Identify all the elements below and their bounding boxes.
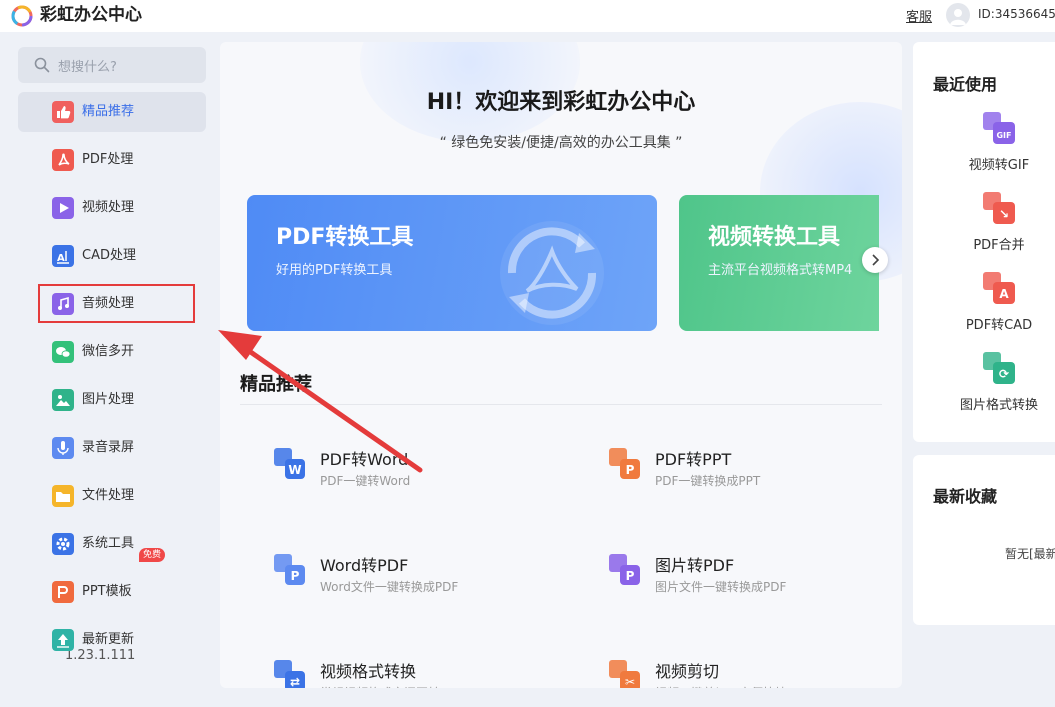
banner-desc: 好用的PDF转换工具: [276, 263, 393, 278]
folder-icon: [52, 485, 74, 507]
recent-item-label: PDF合并: [973, 238, 1025, 253]
recent-item-label: 视频转GIF: [968, 158, 1030, 173]
image-convert-icon: ⟳: [983, 352, 1015, 384]
customer-service-link[interactable]: 客服: [906, 6, 932, 25]
tool-name: PDF转PPT: [655, 450, 732, 469]
music-icon: [52, 293, 74, 315]
tool-desc: PDF一键转换成PPT: [655, 474, 761, 488]
svg-text:P: P: [291, 569, 300, 583]
banner-desc: 主流平台视频格式转MP4: [708, 263, 853, 278]
tool-card[interactable]: W PDF转Word PDF一键转Word: [274, 446, 574, 506]
sidebar-item-label: PPT模板: [82, 584, 132, 599]
sidebar-item-label: 微信多开: [82, 344, 135, 359]
pdf-to-ppt-icon: P: [609, 448, 640, 479]
recent-item[interactable]: GIF 视频转GIF: [913, 112, 1055, 182]
image-to-pdf-icon: P: [609, 554, 640, 585]
sidebar-item-label: 文件处理: [82, 488, 135, 503]
carousel-next-button[interactable]: [862, 247, 888, 273]
pdf-to-word-icon: W: [274, 448, 305, 479]
tool-desc: PDF一键转Word: [320, 474, 411, 488]
ppt-icon: [52, 581, 74, 603]
sidebar-item-label: 最新更新: [82, 632, 135, 647]
sidebar-item-label: 音频处理: [82, 296, 135, 311]
app-title: 彩虹办公中心: [40, 5, 142, 25]
recent-item-label: 图片格式转换: [959, 398, 1038, 413]
word-to-pdf-icon: P: [274, 554, 305, 585]
tool-card[interactable]: P Word转PDF Word文件一键转换成PDF: [274, 552, 574, 612]
video-to-gif-icon: GIF: [983, 112, 1015, 144]
svg-text:✂: ✂: [625, 675, 635, 688]
avatar[interactable]: [946, 3, 970, 27]
tool-card[interactable]: P PDF转PPT PDF一键转换成PPT: [609, 446, 902, 506]
sidebar-item-label: 视频处理: [82, 200, 135, 215]
tool-desc: Word文件一键转换成PDF: [320, 580, 459, 594]
sidebar-item-label: 系统工具: [82, 536, 135, 551]
welcome-title: HI！欢迎来到彩虹办公中心: [426, 90, 696, 115]
tool-name: Word转PDF: [320, 556, 409, 575]
tool-desc: 常规视频格式之间互转: [320, 684, 440, 688]
banner-video-converter[interactable]: 视频转换工具 主流平台视频格式转MP4: [679, 195, 879, 331]
recent-item[interactable]: ↘ PDF合并: [913, 192, 1055, 262]
title-bar: 彩虹办公中心 客服 ID:34536645: [0, 0, 1055, 32]
main-panel: HI！欢迎来到彩虹办公中心 “ 绿色免安装/便捷/高效的办公工具集 ” PDF转…: [220, 42, 902, 688]
divider: [240, 404, 882, 405]
tool-name: 视频格式转换: [320, 662, 417, 681]
favorites-empty-text: 暂无[最新收藏]: [1005, 547, 1055, 561]
svg-text:W: W: [288, 463, 301, 477]
sidebar-item-label: CAD处理: [82, 248, 136, 263]
user-id: ID:34536645: [978, 7, 1055, 21]
rainbow-logo-icon: [11, 5, 33, 27]
pdf-icon: [52, 149, 74, 171]
recent-item[interactable]: ⟳ 图片格式转换: [913, 352, 1055, 422]
upload-icon: [52, 629, 74, 651]
svg-text:P: P: [626, 463, 635, 477]
svg-text:P: P: [626, 569, 635, 583]
tool-name: 图片转PDF: [655, 556, 735, 575]
favorites-panel: 最新收藏 暂无[最新收藏]: [913, 455, 1055, 625]
recent-item[interactable]: A PDF转CAD: [913, 272, 1055, 342]
play-icon: [52, 197, 74, 219]
svg-text:↘: ↘: [999, 207, 1009, 221]
image-icon: [52, 389, 74, 411]
sidebar-item-label: 精品推荐: [82, 104, 135, 119]
pdf-merge-icon: ↘: [983, 192, 1015, 224]
svg-text:⟳: ⟳: [999, 367, 1009, 381]
tool-card[interactable]: ⇄ 视频格式转换常规视频格式之间互转: [274, 658, 574, 688]
video-cut-icon: ✂: [609, 660, 640, 688]
recent-panel: 最近使用 GIF 视频转GIF ↘ PDF合并 A PDF转CAD ⟳ 图片格式转换: [913, 42, 1055, 442]
tool-name: 视频剪切: [655, 662, 720, 681]
chevron-right-icon: [872, 254, 880, 266]
tool-desc: 视频一键剪切，方便快捷: [655, 684, 787, 688]
search-box[interactable]: 想搜什么?: [18, 47, 206, 83]
banner-pdf-converter[interactable]: PDF转换工具 好用的PDF转换工具: [247, 195, 657, 331]
svg-text:⇄: ⇄: [290, 675, 300, 688]
tool-name: PDF转Word: [320, 450, 409, 469]
banner-title: PDF转换工具: [276, 225, 414, 250]
gear-icon: [52, 533, 74, 555]
sidebar-item-label: PDF处理: [82, 152, 134, 167]
section-title: 精品推荐: [240, 374, 312, 395]
recent-item-label: PDF转CAD: [965, 318, 1033, 333]
video-convert-icon: ⇄: [274, 660, 305, 688]
welcome-subtitle: “ 绿色免安装/便捷/高效的办公工具集 ”: [439, 135, 683, 151]
thumbs-up-icon: [52, 101, 74, 123]
svg-text:GIF: GIF: [996, 131, 1011, 140]
sidebar-item-label: 图片处理: [82, 392, 135, 407]
search-icon: [34, 57, 50, 73]
user-icon: [950, 9, 966, 25]
tool-card[interactable]: ✂ 视频剪切视频一键剪切，方便快捷: [609, 658, 902, 688]
search-placeholder: 想搜什么?: [58, 60, 117, 75]
cad-icon: A: [52, 245, 74, 267]
pdf-to-cad-icon: A: [983, 272, 1015, 304]
tool-desc: 图片文件一键转换成PDF: [655, 580, 787, 594]
microphone-icon: [52, 437, 74, 459]
pdf-convert-art-icon: [500, 221, 604, 325]
favorites-title: 最新收藏: [933, 487, 998, 506]
recent-title: 最近使用: [933, 75, 998, 94]
sidebar-item-label: 录音录屏: [82, 440, 135, 455]
banner-title: 视频转换工具: [708, 225, 841, 250]
svg-text:A: A: [999, 287, 1009, 301]
wechat-icon: [52, 341, 74, 363]
tool-card[interactable]: P 图片转PDF 图片文件一键转换成PDF: [609, 552, 902, 612]
